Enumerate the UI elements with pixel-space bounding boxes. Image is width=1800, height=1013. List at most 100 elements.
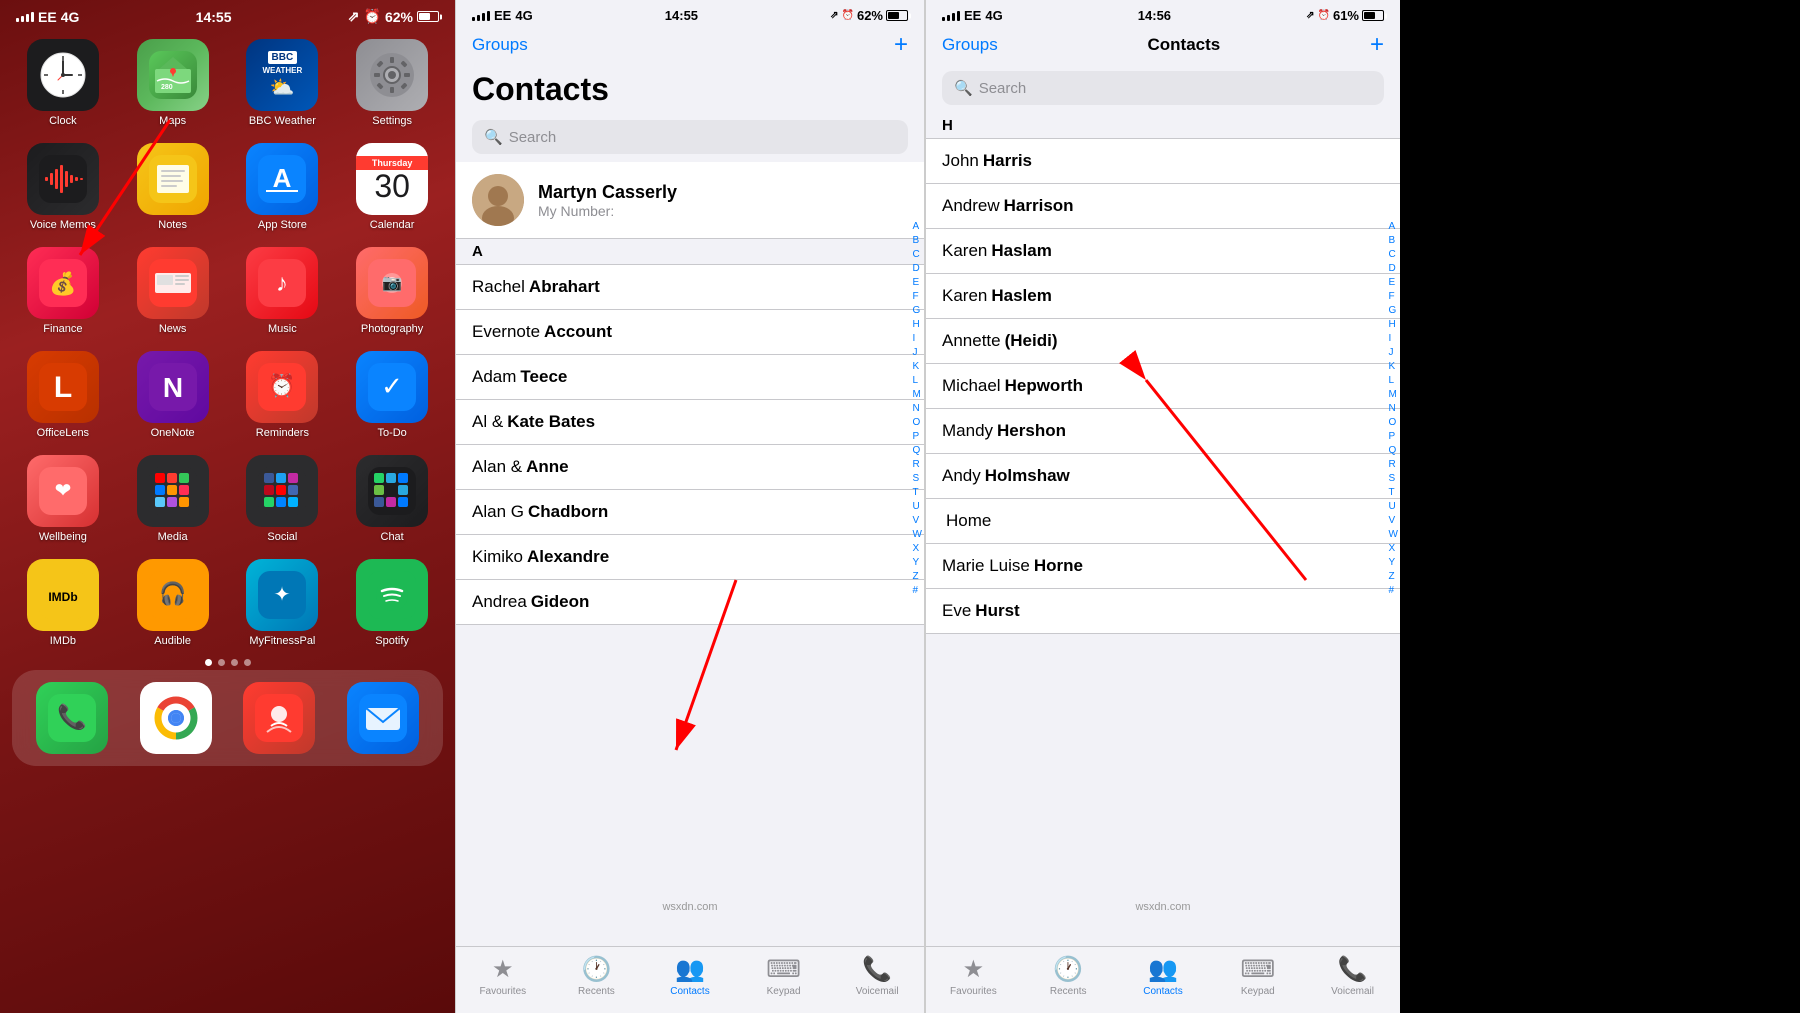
todo-label: To-Do bbox=[377, 427, 406, 439]
app-myfitnesspal[interactable]: ✦ MyFitnessPal bbox=[236, 559, 330, 647]
contact-harrison[interactable]: Andrew Harrison bbox=[926, 184, 1400, 229]
tab-voicemail-p3[interactable]: 📞 Voicemail bbox=[1323, 955, 1383, 997]
app-officelens[interactable]: L OfficeLens bbox=[16, 351, 110, 439]
contact-heidi[interactable]: Annette (Heidi) bbox=[926, 319, 1400, 364]
contact-first: Alan & bbox=[472, 457, 522, 477]
search-bar-p2[interactable]: 🔍 Search bbox=[472, 120, 908, 154]
battery-icon-p3 bbox=[1362, 10, 1384, 21]
castaway-icon bbox=[243, 682, 315, 754]
myfitnesspal-icon: ✦ bbox=[246, 559, 318, 631]
audible-label: Audible bbox=[154, 635, 191, 647]
dock-mail[interactable] bbox=[339, 682, 427, 754]
contact-alan-anne[interactable]: Alan & Anne bbox=[456, 445, 924, 490]
battery-icon-p2 bbox=[886, 10, 908, 21]
battery-fill-p3 bbox=[1364, 12, 1375, 19]
contact-holmshaw[interactable]: Andy Holmshaw bbox=[926, 454, 1400, 499]
add-contact-button[interactable]: + bbox=[894, 31, 908, 59]
contact-first: Al & bbox=[472, 412, 503, 432]
app-audible[interactable]: 🎧 Audible bbox=[126, 559, 220, 647]
app-onenote[interactable]: N OneNote bbox=[126, 351, 220, 439]
tab-voicemail-p2[interactable]: 📞 Voicemail bbox=[847, 955, 907, 997]
phone-icon: 📞 bbox=[36, 682, 108, 754]
contact-hepworth[interactable]: Michael Hepworth bbox=[926, 364, 1400, 409]
app-photography[interactable]: 📷 Photography bbox=[345, 247, 439, 335]
myfitnesspal-label: MyFitnessPal bbox=[249, 635, 315, 647]
contact-home[interactable]: Home bbox=[926, 499, 1400, 544]
keypad-icon-p3: ⌨ bbox=[1240, 955, 1275, 984]
todo-icon: ✓ bbox=[356, 351, 428, 423]
tab-favourites-p3[interactable]: ★ Favourites bbox=[943, 955, 1003, 997]
app-todo[interactable]: ✓ To-Do bbox=[345, 351, 439, 439]
contact-chadborn[interactable]: Alan G Chadborn bbox=[456, 490, 924, 535]
my-contact-subtitle: My Number: bbox=[538, 203, 677, 219]
tab-recents-p3[interactable]: 🕐 Recents bbox=[1038, 955, 1098, 997]
sb1 bbox=[472, 17, 475, 21]
favourites-icon-p2: ★ bbox=[492, 955, 514, 984]
app-voice-memos[interactable]: Voice Memos bbox=[16, 143, 110, 231]
section-header-h: H bbox=[926, 113, 1400, 139]
dot-2 bbox=[218, 659, 225, 666]
add-contact-button-p3[interactable]: + bbox=[1370, 31, 1384, 59]
alphabet-index-p2[interactable]: A B C D E F G H I J K L M N O P Q R S T … bbox=[913, 220, 922, 598]
tab-favourites-p2[interactable]: ★ Favourites bbox=[473, 955, 533, 997]
contact-horne[interactable]: Marie Luise Horne bbox=[926, 544, 1400, 589]
contact-hurst[interactable]: Eve Hurst bbox=[926, 589, 1400, 634]
tab-keypad-p2[interactable]: ⌨ Keypad bbox=[754, 955, 814, 997]
status-left-p3: EE 4G bbox=[942, 8, 1003, 23]
app-social[interactable]: Social bbox=[236, 455, 330, 543]
tab-recents-p2[interactable]: 🕐 Recents bbox=[566, 955, 626, 997]
app-calendar[interactable]: Thursday 30 Calendar bbox=[345, 143, 439, 231]
app-settings[interactable]: Settings bbox=[345, 39, 439, 127]
app-bbc-weather[interactable]: BBC WEATHER ⛅ BBC Weather bbox=[236, 39, 330, 127]
music-icon: ♪ bbox=[246, 247, 318, 319]
search-bar-p3[interactable]: 🔍 Search bbox=[942, 71, 1384, 105]
app-spotify[interactable]: Spotify bbox=[345, 559, 439, 647]
contact-haslam[interactable]: Karen Haslam bbox=[926, 229, 1400, 274]
battery-p3: 61% bbox=[1333, 8, 1359, 23]
app-chat[interactable]: Chat bbox=[345, 455, 439, 543]
app-imdb[interactable]: IMDb IMDb bbox=[16, 559, 110, 647]
time-p2: 14:55 bbox=[665, 8, 698, 23]
dock-castaway[interactable] bbox=[236, 682, 324, 754]
contact-hershon[interactable]: Mandy Hershon bbox=[926, 409, 1400, 454]
groups-link-p3[interactable]: Groups bbox=[942, 35, 998, 55]
watermark-p3: wsxdn.com bbox=[1135, 901, 1190, 913]
section-header-a: A bbox=[456, 239, 924, 265]
contact-alexandre[interactable]: Kimiko Alexandre bbox=[456, 535, 924, 580]
app-music[interactable]: ♪ Music bbox=[236, 247, 330, 335]
app-finance[interactable]: 💰 Finance bbox=[16, 247, 110, 335]
app-notes[interactable]: Notes bbox=[126, 143, 220, 231]
contact-abrahart[interactable]: Rachel Abrahart bbox=[456, 265, 924, 310]
my-contact-row[interactable]: Martyn Casserly My Number: bbox=[456, 162, 924, 239]
dock-chrome[interactable] bbox=[132, 682, 220, 754]
app-wellbeing[interactable]: ❤ Wellbeing bbox=[16, 455, 110, 543]
contact-account[interactable]: Evernote Account bbox=[456, 310, 924, 355]
signal-bar-3 bbox=[26, 14, 29, 22]
app-reminders[interactable]: ⏰ Reminders bbox=[236, 351, 330, 439]
bbc-weather-label: BBC Weather bbox=[249, 115, 316, 127]
tab-keypad-p3[interactable]: ⌨ Keypad bbox=[1228, 955, 1288, 997]
status-right-p2: ⇗ ⏰ 62% bbox=[830, 8, 908, 23]
tab-contacts-p3[interactable]: 👥 Contacts bbox=[1133, 955, 1193, 997]
app-media[interactable]: Media bbox=[126, 455, 220, 543]
svg-text:N: N bbox=[163, 372, 183, 403]
contact-gideon[interactable]: Andrea Gideon bbox=[456, 580, 924, 625]
app-clock[interactable]: Clock bbox=[16, 39, 110, 127]
contact-first: Andrea bbox=[472, 592, 527, 612]
contact-teece[interactable]: Adam Teece bbox=[456, 355, 924, 400]
tab-keypad-label-p3: Keypad bbox=[1241, 986, 1275, 997]
maps-icon: 280 bbox=[137, 39, 209, 111]
app-news[interactable]: News bbox=[126, 247, 220, 335]
tab-contacts-p2[interactable]: 👥 Contacts bbox=[660, 955, 720, 997]
app-app-store[interactable]: A App Store bbox=[236, 143, 330, 231]
contact-haslem[interactable]: Karen Haslem bbox=[926, 274, 1400, 319]
app-maps[interactable]: 280 Maps bbox=[126, 39, 220, 127]
onenote-icon: N bbox=[137, 351, 209, 423]
groups-link[interactable]: Groups bbox=[472, 35, 528, 55]
contact-last: Gideon bbox=[531, 592, 590, 612]
contact-bates[interactable]: Al & Kate Bates bbox=[456, 400, 924, 445]
contact-harris[interactable]: John Harris bbox=[926, 139, 1400, 184]
dock-phone[interactable]: 📞 bbox=[28, 682, 116, 754]
clock-label: Clock bbox=[49, 115, 77, 127]
alphabet-index-p3[interactable]: A B C D E F G H I J K L M N O P Q R S T … bbox=[1389, 220, 1398, 598]
